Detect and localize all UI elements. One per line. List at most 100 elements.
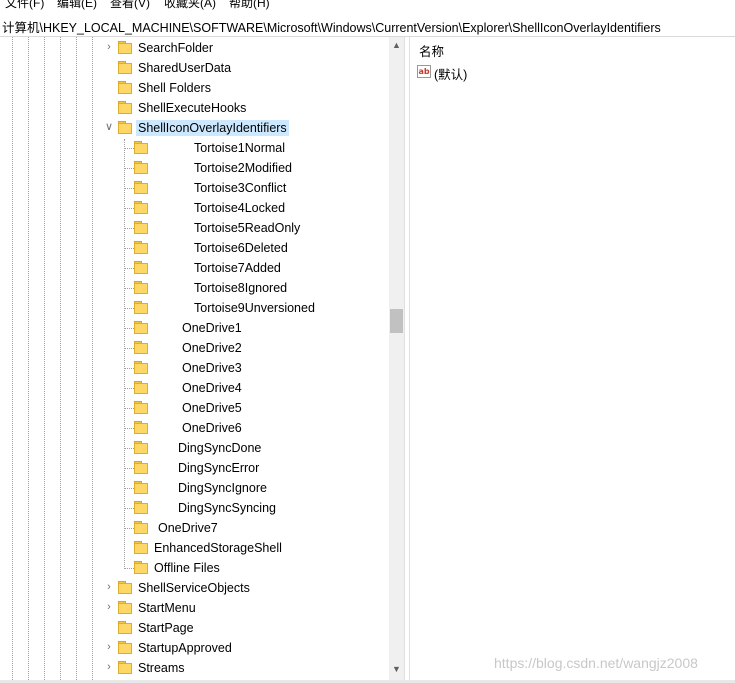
registry-tree[interactable]: › SearchFolder SharedUserData Shell Folders… (0, 37, 389, 680)
tree-node-label[interactable]: OneDrive2 (180, 340, 244, 356)
tree-node[interactable]: Shell Folders (0, 78, 389, 98)
menu-favorites[interactable]: 收藏夹(A) (164, 0, 216, 11)
folder-icon (134, 461, 148, 474)
scroll-up-arrow-icon[interactable]: ▲ (392, 41, 401, 50)
tree-node-label[interactable]: DingSyncDone (176, 440, 263, 456)
menu-file[interactable]: 文件(F) (5, 0, 44, 11)
tree-node-label[interactable]: Tortoise3Conflict (192, 180, 288, 196)
tree-node-label[interactable]: ShellExecuteHooks (136, 100, 248, 116)
tree-branch-line (124, 568, 134, 569)
pane-splitter[interactable] (404, 37, 410, 683)
tree-node[interactable]: OneDrive5 (0, 398, 389, 418)
column-header-name[interactable]: 名称 (419, 41, 444, 60)
tree-node-label-selected[interactable]: ShellIconOverlayIdentifiers (136, 120, 289, 136)
tree-node[interactable]: ShellExecuteHooks (0, 98, 389, 118)
tree-node[interactable]: Tortoise1Normal (0, 138, 389, 158)
tree-vertical-scrollbar[interactable]: ▲ ▼ (389, 37, 404, 680)
tree-node[interactable]: › SearchFolder (0, 38, 389, 58)
tree-node[interactable]: Tortoise2Modified (0, 158, 389, 178)
chevron-down-icon[interactable]: ∨ (104, 122, 114, 133)
menu-edit[interactable]: 编辑(E) (57, 0, 97, 11)
tree-node-label[interactable]: OneDrive5 (180, 400, 244, 416)
tree-node[interactable]: DingSyncError (0, 458, 389, 478)
tree-node-label[interactable]: Tortoise7Added (192, 260, 283, 276)
tree-node[interactable]: DingSyncDone (0, 438, 389, 458)
tree-node-label[interactable]: OneDrive1 (180, 320, 244, 336)
tree-node-label[interactable]: OneDrive6 (180, 420, 244, 436)
folder-icon (134, 561, 148, 574)
address-path[interactable]: 计算机\HKEY_LOCAL_MACHINE\SOFTWARE\Microsof… (2, 17, 661, 36)
folder-icon (134, 321, 148, 334)
tree-node-label[interactable]: StartMenu (136, 600, 198, 616)
tree-node-label[interactable]: DingSyncSyncing (176, 500, 278, 516)
tree-branch-line (124, 408, 134, 409)
tree-node[interactable]: Tortoise6Deleted (0, 238, 389, 258)
tree-node-label[interactable]: OneDrive4 (180, 380, 244, 396)
chevron-right-icon[interactable]: › (104, 602, 114, 613)
chevron-right-icon[interactable]: › (104, 42, 114, 53)
tree-node-label[interactable]: ShellServiceObjects (136, 580, 252, 596)
tree-node[interactable]: › Streams (0, 658, 389, 678)
tree-node-label[interactable]: SearchFolder (136, 40, 215, 56)
tree-node[interactable]: OneDrive1 (0, 318, 389, 338)
tree-branch-line (124, 368, 134, 369)
tree-node-label[interactable]: StartupApproved (136, 640, 234, 656)
folder-icon (134, 301, 148, 314)
tree-node[interactable]: OneDrive2 (0, 338, 389, 358)
tree-node-label[interactable]: Tortoise8Ignored (192, 280, 289, 296)
tree-node-label[interactable]: Shell Folders (136, 80, 213, 96)
scroll-down-arrow-icon[interactable]: ▼ (392, 665, 401, 674)
scrollbar-thumb[interactable] (390, 309, 403, 333)
tree-node-label[interactable]: Tortoise2Modified (192, 160, 294, 176)
tree-node-label[interactable]: DingSyncError (176, 460, 261, 476)
tree-node[interactable]: OneDrive7 (0, 518, 389, 538)
tree-node[interactable]: Tortoise9Unversioned (0, 298, 389, 318)
tree-node[interactable]: OneDrive6 (0, 418, 389, 438)
tree-node-label[interactable]: Offline Files (152, 560, 222, 576)
tree-branch-line (124, 168, 134, 169)
tree-node-label[interactable]: Tortoise4Locked (192, 200, 287, 216)
tree-node[interactable]: OneDrive3 (0, 358, 389, 378)
tree-node-label[interactable]: StartPage (136, 620, 196, 636)
tree-branch-line (124, 248, 134, 249)
tree-node[interactable]: Tortoise4Locked (0, 198, 389, 218)
tree-node-label[interactable]: OneDrive7 (156, 520, 220, 536)
address-bar[interactable]: 计算机\HKEY_LOCAL_MACHINE\SOFTWARE\Microsof… (0, 14, 735, 37)
tree-node-label[interactable]: Tortoise9Unversioned (192, 300, 317, 316)
chevron-right-icon[interactable]: › (104, 662, 114, 673)
tree-node-label[interactable]: Streams (136, 660, 187, 676)
tree-node-label[interactable]: OneDrive3 (180, 360, 244, 376)
tree-node[interactable]: DingSyncIgnore (0, 478, 389, 498)
tree-node[interactable]: Tortoise3Conflict (0, 178, 389, 198)
folder-icon (118, 81, 132, 94)
tree-node-label[interactable]: Tortoise1Normal (192, 140, 287, 156)
tree-node[interactable]: Tortoise5ReadOnly (0, 218, 389, 238)
tree-node-label[interactable]: DingSyncIgnore (176, 480, 269, 496)
values-pane[interactable]: 名称 ab (默认) (411, 37, 735, 683)
tree-node[interactable]: StartPage (0, 618, 389, 638)
tree-node[interactable]: OneDrive4 (0, 378, 389, 398)
tree-branch-line (124, 308, 134, 309)
tree-node[interactable]: EnhancedStorageShell (0, 538, 389, 558)
tree-node[interactable]: DingSyncSyncing (0, 498, 389, 518)
tree-node[interactable]: › StartMenu (0, 598, 389, 618)
tree-node[interactable]: › ShellServiceObjects (0, 578, 389, 598)
tree-node[interactable]: ∨ ShellIconOverlayIdentifiers (0, 118, 389, 138)
menu-help[interactable]: 帮助(H) (229, 0, 270, 11)
tree-node-label[interactable]: SharedUserData (136, 60, 233, 76)
tree-node-label[interactable]: Tortoise5ReadOnly (192, 220, 302, 236)
menu-view[interactable]: 查看(V) (110, 0, 150, 11)
chevron-right-icon[interactable]: › (104, 642, 114, 653)
tree-node[interactable]: SharedUserData (0, 58, 389, 78)
tree-node-label[interactable]: Tortoise6Deleted (192, 240, 290, 256)
watermark: https://blog.csdn.net/wangjz2008 (494, 655, 698, 671)
tree-node[interactable]: Tortoise8Ignored (0, 278, 389, 298)
tree-branch-line (124, 288, 134, 289)
tree-node-label[interactable]: EnhancedStorageShell (152, 540, 284, 556)
tree-node[interactable]: › StartupApproved (0, 638, 389, 658)
tree-node[interactable]: Tortoise7Added (0, 258, 389, 278)
tree-node[interactable]: Offline Files (0, 558, 389, 578)
folder-icon (118, 641, 132, 654)
folder-icon (134, 281, 148, 294)
chevron-right-icon[interactable]: › (104, 582, 114, 593)
